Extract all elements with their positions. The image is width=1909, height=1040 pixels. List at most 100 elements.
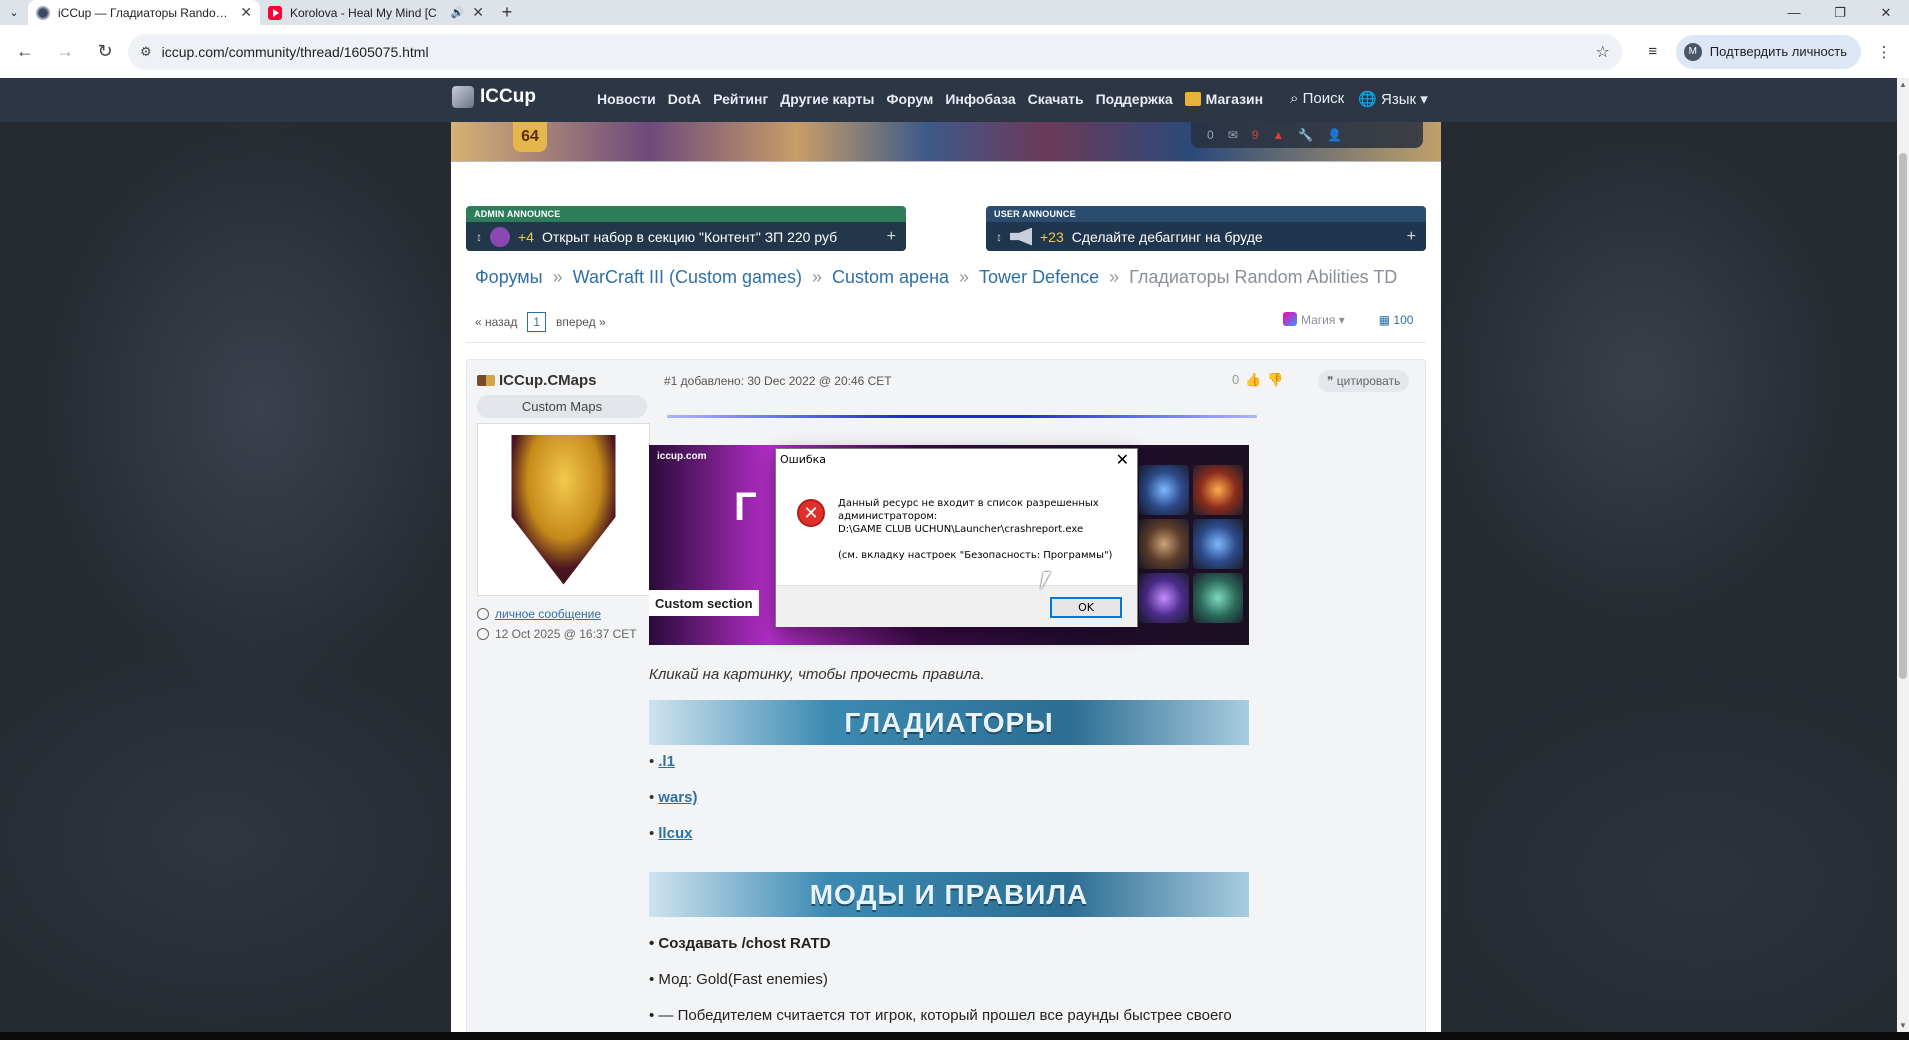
dialog-message-hint: (см. вкладку настроек "Безопасность: Про… <box>838 550 1113 561</box>
mods-rules-banner: МОДЫ И ПРАВИЛА <box>649 872 1249 917</box>
site-logo[interactable]: ICCup <box>452 86 536 108</box>
magic-dropdown[interactable]: Магия ▾ <box>1283 312 1345 327</box>
minimize-icon[interactable]: — <box>1771 0 1817 25</box>
breadcrumb-warcraft[interactable]: WarCraft III (Custom games) <box>573 267 802 288</box>
plus-icon[interactable]: + <box>1407 228 1416 246</box>
dialog-title: Ошибка <box>780 453 827 466</box>
bookmark-star-icon[interactable]: ☆ <box>1595 42 1609 62</box>
ok-button[interactable]: OK <box>1050 597 1122 618</box>
profile-banner: 64 0 ✉ 9 ▲ 🔧 👤 <box>451 122 1441 162</box>
language-dropdown[interactable]: 🌐 Язык ▾ <box>1358 90 1428 108</box>
thumbs-up-icon[interactable]: 👍 <box>1245 372 1261 388</box>
list-item-link[interactable]: wars) <box>658 789 697 806</box>
admin-announce-body[interactable]: ↕ +4 Открыт набор в секцию "Контент" ЗП … <box>466 222 906 251</box>
language-label: Язык ▾ <box>1381 91 1428 108</box>
quote-button[interactable]: ❞ цитировать <box>1318 370 1410 392</box>
close-window-icon[interactable]: ✕ <box>1863 0 1909 25</box>
menu-item-forum[interactable]: Форум <box>887 91 934 107</box>
tab-close-icon[interactable]: ✕ <box>472 4 484 21</box>
speaker-icon[interactable]: 🔊 <box>451 6 465 19</box>
ability-icon <box>1193 573 1243 623</box>
sort-arrows-icon[interactable]: ↕ <box>476 230 482 244</box>
url-text[interactable]: iccup.com/community/thread/1605075.html <box>162 44 1586 60</box>
tab-search-chevron-icon[interactable]: ⌄ <box>0 0 28 25</box>
breadcrumb-tower-defence[interactable]: Tower Defence <box>979 267 1099 288</box>
post-author-avatar[interactable] <box>477 423 650 596</box>
menu-item-infobase[interactable]: Инфобаза <box>945 91 1015 107</box>
tab-youtube[interactable]: Korolova - Heal My Mind [C 🔊 ✕ <box>260 0 492 25</box>
address-bar[interactable]: ⚙ iccup.com/community/thread/1605075.htm… <box>128 33 1622 70</box>
breadcrumb-custom-arena[interactable]: Custom арена <box>832 267 949 288</box>
pager: « назад 1 вперед » <box>475 312 606 332</box>
menu-item-dota[interactable]: DotA <box>668 91 701 107</box>
profile-icon[interactable]: 👤 <box>1327 128 1342 142</box>
ability-icon <box>1139 573 1189 623</box>
media-controls-icon[interactable]: ≡ <box>1636 43 1670 60</box>
admin-announce-text[interactable]: Открыт набор в секцию "Контент" ЗП 220 р… <box>542 229 879 245</box>
forward-button[interactable]: → <box>48 35 82 69</box>
user-announce-body[interactable]: ↕ +23 Сделайте дебаггинг на бруде + <box>986 222 1426 251</box>
menu-kebab-icon[interactable]: ⋮ <box>1867 43 1901 61</box>
page-scrollbar[interactable]: ▲ ▼ <box>1897 78 1909 1032</box>
list-item-link[interactable]: llcux <box>658 825 692 842</box>
posts-per-page-count: 100 <box>1393 312 1414 327</box>
post-divider <box>667 415 1257 418</box>
private-message-label[interactable]: личное сообщение <box>495 607 601 621</box>
tab-iccup[interactable]: iCCup — Гладиаторы Random Abilities TD ✕ <box>28 0 260 25</box>
messages-count[interactable]: 0 <box>1207 128 1214 142</box>
menu-item-shop[interactable]: Магазин <box>1184 91 1263 107</box>
thumbs-down-icon[interactable]: 👎 <box>1267 372 1283 388</box>
menu-item-news[interactable]: Новости <box>597 91 656 107</box>
topic-tools: Магия ▾ ▦ 100 <box>1283 312 1413 327</box>
list-item-link[interactable]: .l1 <box>658 753 675 770</box>
ability-icons-grid <box>1139 465 1243 623</box>
site-settings-icon[interactable]: ⚙ <box>140 44 152 60</box>
breadcrumb-forums[interactable]: Форумы <box>475 267 543 288</box>
new-tab-button[interactable]: + <box>492 0 522 25</box>
breadcrumb: Форумы » WarCraft III (Custom games) » C… <box>475 267 1397 288</box>
post-author[interactable]: ICCup.CMaps <box>477 372 597 389</box>
pager-prev[interactable]: « назад <box>475 315 517 329</box>
pager-next[interactable]: вперед » <box>556 315 606 329</box>
breadcrumb-separator: » <box>959 267 970 287</box>
vote-count: 0 <box>1232 372 1240 387</box>
back-button[interactable]: ← <box>8 35 42 69</box>
menu-item-support[interactable]: Поддержка <box>1096 91 1173 107</box>
private-message-link[interactable]: личное сообщение <box>477 607 601 621</box>
search-link[interactable]: ⌕ Поиск <box>1290 90 1344 108</box>
list-item: • llcux <box>649 825 693 842</box>
user-announce-text[interactable]: Сделайте дебаггинг на бруде <box>1072 229 1399 245</box>
plus-icon[interactable]: + <box>887 228 896 246</box>
restore-icon[interactable]: ❐ <box>1817 0 1863 25</box>
profile-avatar: M <box>1683 42 1702 61</box>
breadcrumb-separator: » <box>812 267 823 287</box>
user-level-badge: 64 <box>513 122 547 152</box>
sort-arrows-icon[interactable]: ↕ <box>996 230 1002 244</box>
trophy-icon <box>511 434 616 585</box>
tab-close-icon[interactable]: ✕ <box>240 4 252 21</box>
scroll-down-arrow-icon[interactable]: ▼ <box>1899 1021 1907 1030</box>
dialog-message-path: D:\GAME CLUB UCHUN\Launcher\crashreport.… <box>838 524 1084 535</box>
post-author-name[interactable]: ICCup.CMaps <box>499 372 597 389</box>
tab-title: iCCup — Гладиаторы Random Abilities TD <box>58 5 232 20</box>
menu-item-rating[interactable]: Рейтинг <box>713 91 768 107</box>
pager-page-1[interactable]: 1 <box>527 312 547 332</box>
verify-identity-button[interactable]: M Подтвердить личность <box>1675 34 1861 69</box>
alerts-count[interactable]: 9 <box>1252 128 1259 142</box>
warning-icon[interactable]: ▲ <box>1272 128 1284 142</box>
dialog-close-icon[interactable]: ✕ <box>1116 450 1129 469</box>
mail-icon[interactable]: ✉ <box>1228 128 1238 142</box>
reload-button[interactable]: ↻ <box>88 35 122 69</box>
taskbar-strip <box>0 1032 1909 1040</box>
clock-icon <box>477 628 489 640</box>
message-icon <box>477 608 489 620</box>
post-hint: Кликай на картинку, чтобы прочесть прави… <box>649 666 985 683</box>
menu-item-download[interactable]: Скачать <box>1028 91 1084 107</box>
wrench-icon[interactable]: 🔧 <box>1298 128 1313 142</box>
scrollbar-thumb[interactable] <box>1899 153 1907 679</box>
menu-item-other-maps[interactable]: Другие карты <box>780 91 874 107</box>
list-item: • wars) <box>649 789 698 806</box>
posts-per-page[interactable]: ▦ 100 <box>1379 313 1414 327</box>
scroll-up-arrow-icon[interactable]: ▲ <box>1899 80 1907 89</box>
user-announce-label: USER ANNOUNCE <box>994 209 1076 219</box>
